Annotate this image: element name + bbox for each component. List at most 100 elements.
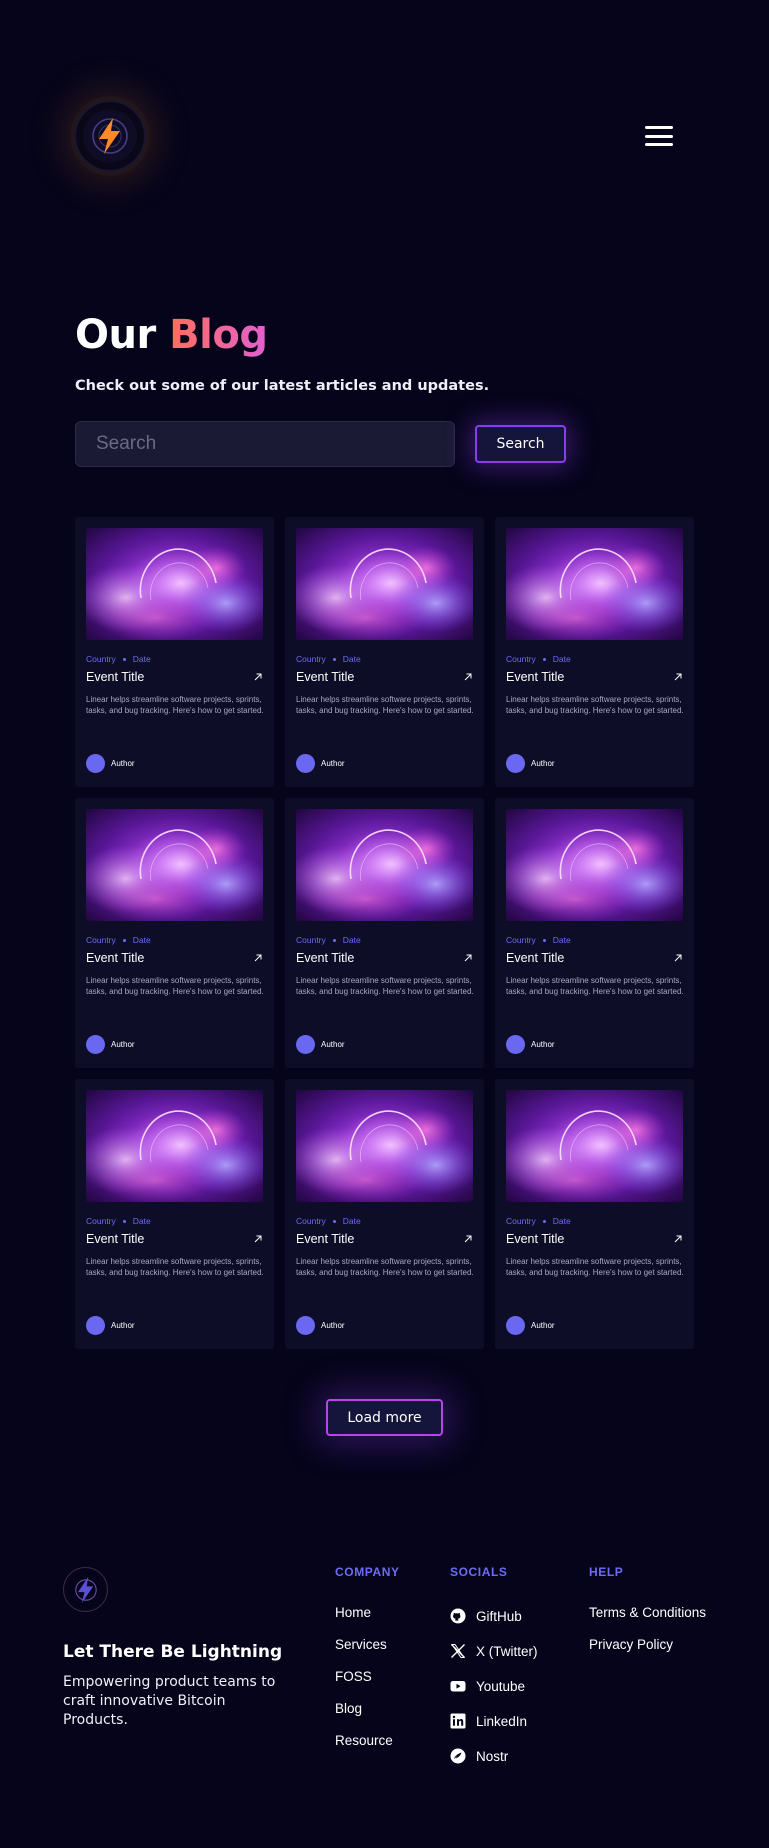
card-meta: Country Date <box>506 654 571 664</box>
author-name: Author <box>321 1040 345 1049</box>
card-image-cloud <box>86 809 263 921</box>
search-button[interactable]: Search <box>475 425 566 463</box>
arrow-up-right-icon[interactable] <box>254 954 262 962</box>
card-image-cloud <box>506 1090 683 1202</box>
blog-card[interactable]: Country Date Event Title Linear helps st… <box>495 1079 694 1349</box>
blog-card-grid: Country Date Event Title Linear helps st… <box>75 517 695 1349</box>
card-date: Date <box>132 1216 151 1226</box>
blog-card[interactable]: Country Date Event Title Linear helps st… <box>285 517 484 787</box>
avatar <box>506 754 525 773</box>
card-title[interactable]: Event Title <box>506 670 564 684</box>
avatar <box>506 1035 525 1054</box>
card-meta: Country Date <box>86 654 151 664</box>
author-name: Author <box>531 759 555 768</box>
card-description: Linear helps streamline software project… <box>296 695 474 715</box>
load-more-button[interactable]: Load more <box>326 1399 443 1436</box>
card-country: Country <box>506 654 536 664</box>
card-title[interactable]: Event Title <box>296 1232 354 1246</box>
arrow-up-right-icon[interactable] <box>254 673 262 681</box>
footer-link-privacy[interactable]: Privacy Policy <box>589 1637 706 1653</box>
social-link-x[interactable]: X (Twitter) <box>450 1641 538 1661</box>
meta-separator-dot <box>332 938 336 942</box>
blog-card[interactable]: Country Date Event Title Linear helps st… <box>285 1079 484 1349</box>
card-meta: Country Date <box>506 935 571 945</box>
blog-card[interactable]: Country Date Event Title Linear helps st… <box>75 517 274 787</box>
footer-link-services[interactable]: Services <box>335 1637 393 1653</box>
card-image[interactable] <box>506 809 683 921</box>
card-title[interactable]: Event Title <box>506 1232 564 1246</box>
meta-separator-dot <box>542 1219 546 1223</box>
card-image[interactable] <box>86 528 263 640</box>
card-country: Country <box>86 935 116 945</box>
card-country: Country <box>296 935 326 945</box>
author-name: Author <box>321 759 345 768</box>
card-title[interactable]: Event Title <box>296 951 354 965</box>
social-link-linkedin[interactable]: LinkedIn <box>450 1711 538 1731</box>
card-meta: Country Date <box>86 1216 151 1226</box>
card-image[interactable] <box>296 809 473 921</box>
card-image[interactable] <box>86 809 263 921</box>
footer-link-blog[interactable]: Blog <box>335 1701 393 1717</box>
author-name: Author <box>111 1321 135 1330</box>
search-input[interactable] <box>75 421 455 467</box>
arrow-up-right-icon[interactable] <box>464 954 472 962</box>
social-link-youtube[interactable]: Youtube <box>450 1676 538 1696</box>
arrow-up-right-icon[interactable] <box>464 673 472 681</box>
card-author: Author <box>506 1316 555 1335</box>
card-image[interactable] <box>296 528 473 640</box>
arrow-up-right-icon[interactable] <box>464 1235 472 1243</box>
card-author: Author <box>86 754 135 773</box>
footer-link-terms[interactable]: Terms & Conditions <box>589 1605 706 1621</box>
arrow-up-right-icon[interactable] <box>674 1235 682 1243</box>
card-description: Linear helps streamline software project… <box>296 1257 474 1277</box>
avatar <box>296 1316 315 1335</box>
avatar <box>296 1035 315 1054</box>
footer-link-foss[interactable]: FOSS <box>335 1669 393 1685</box>
card-description: Linear helps streamline software project… <box>506 1257 684 1277</box>
card-meta: Country Date <box>296 1216 361 1226</box>
card-description: Linear helps streamline software project… <box>86 695 264 715</box>
blog-card[interactable]: Country Date Event Title Linear helps st… <box>285 798 484 1068</box>
footer-tagline: Let There Be Lightning <box>63 1642 283 1662</box>
card-title[interactable]: Event Title <box>296 670 354 684</box>
card-title[interactable]: Event Title <box>506 951 564 965</box>
card-country: Country <box>506 935 536 945</box>
lightning-bolt-icon <box>92 118 128 154</box>
blog-card[interactable]: Country Date Event Title Linear helps st… <box>495 798 694 1068</box>
arrow-up-right-icon[interactable] <box>674 673 682 681</box>
arrow-up-right-icon[interactable] <box>674 954 682 962</box>
blog-card[interactable]: Country Date Event Title Linear helps st… <box>75 1079 274 1349</box>
author-name: Author <box>531 1040 555 1049</box>
blog-card[interactable]: Country Date Event Title Linear helps st… <box>495 517 694 787</box>
social-link-github[interactable]: GiftHub <box>450 1606 538 1626</box>
card-country: Country <box>296 654 326 664</box>
card-image[interactable] <box>506 1090 683 1202</box>
linkedin-icon <box>450 1713 466 1729</box>
footer-logo[interactable] <box>63 1567 108 1612</box>
card-meta: Country Date <box>296 935 361 945</box>
arrow-up-right-icon[interactable] <box>254 1235 262 1243</box>
author-name: Author <box>111 759 135 768</box>
blog-card[interactable]: Country Date Event Title Linear helps st… <box>75 798 274 1068</box>
footer-link-home[interactable]: Home <box>335 1605 393 1621</box>
card-title[interactable]: Event Title <box>86 951 144 965</box>
footer-company-heading: COMPANY <box>335 1565 400 1579</box>
hamburger-menu-icon[interactable] <box>642 122 676 150</box>
site-logo[interactable] <box>74 100 146 172</box>
card-image-cloud <box>296 1090 473 1202</box>
author-name: Author <box>321 1321 345 1330</box>
avatar <box>86 1035 105 1054</box>
card-description: Linear helps streamline software project… <box>86 976 264 996</box>
footer-link-resource[interactable]: Resource <box>335 1733 393 1749</box>
card-image[interactable] <box>296 1090 473 1202</box>
page-title-main: Our <box>75 312 156 358</box>
social-label-youtube: Youtube <box>476 1678 526 1694</box>
card-image-cloud <box>86 1090 263 1202</box>
social-link-nostr[interactable]: Nostr <box>450 1746 538 1766</box>
meta-separator-dot <box>122 657 126 661</box>
card-image[interactable] <box>86 1090 263 1202</box>
card-title[interactable]: Event Title <box>86 1232 144 1246</box>
card-title[interactable]: Event Title <box>86 670 144 684</box>
card-author: Author <box>86 1316 135 1335</box>
card-image[interactable] <box>506 528 683 640</box>
